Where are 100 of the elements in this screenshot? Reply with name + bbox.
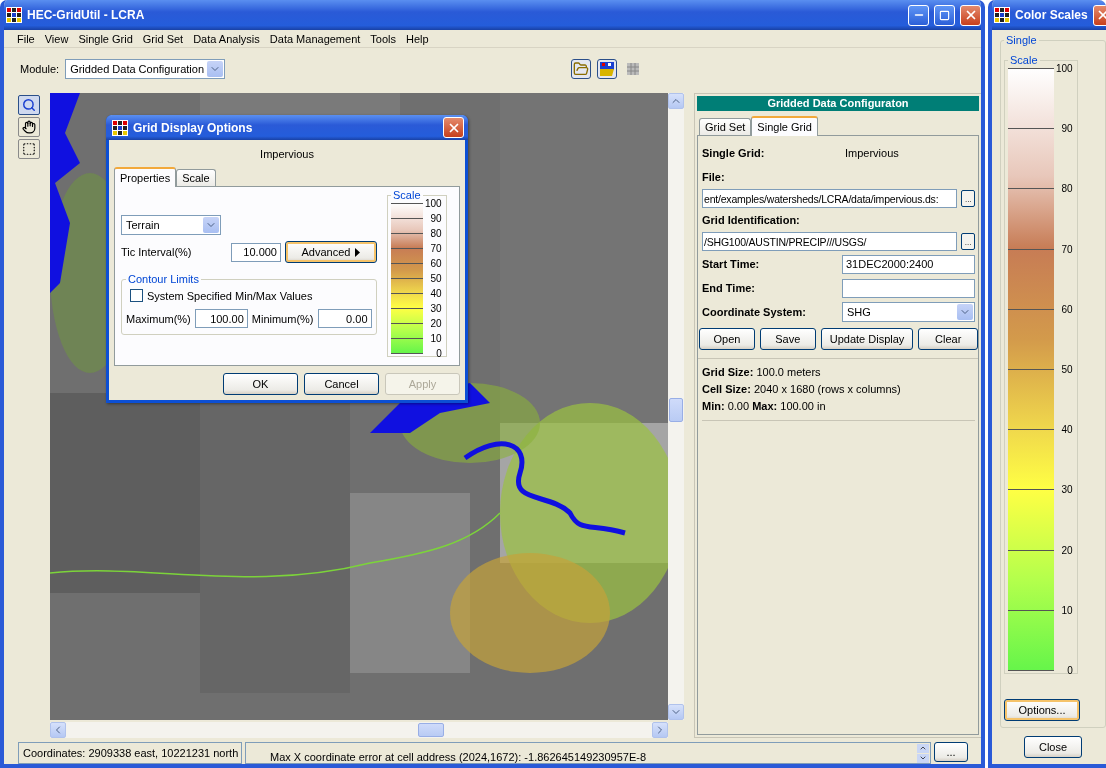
- advanced-button[interactable]: Advanced: [285, 241, 377, 263]
- scale-tick-label: 50: [1061, 363, 1073, 375]
- tab[interactable]: Properties: [114, 167, 177, 187]
- file-path-field[interactable]: ent/examples/watersheds/LCRA/data/impervious.ds:: [702, 189, 958, 208]
- maximum-field[interactable]: 100.00: [194, 309, 248, 328]
- spinner-icon[interactable]: [917, 743, 929, 763]
- coordinate-system-dropdown[interactable]: SHG: [842, 302, 975, 322]
- grid-logo-icon: [112, 119, 128, 136]
- field-label: Coordinate System:: [702, 306, 806, 318]
- scale-tick-label: 30: [430, 303, 442, 314]
- menu-item[interactable]: Single Grid: [73, 32, 138, 45]
- menu-item[interactable]: Data Analysis: [188, 32, 265, 45]
- scale-tick-label: 90: [1061, 123, 1073, 135]
- scale-tick-label: 90: [430, 213, 442, 224]
- grid-folder-icon[interactable]: [597, 59, 618, 79]
- scale-tick-label: 60: [430, 258, 442, 269]
- search-icon: [22, 98, 36, 112]
- select-area-button[interactable]: [18, 139, 40, 159]
- field-label: Single Grid:: [702, 147, 766, 159]
- browse-button[interactable]: ...: [961, 233, 975, 250]
- tab[interactable]: Single Grid: [751, 116, 818, 136]
- scroll-thumb[interactable]: [669, 398, 683, 422]
- minimum-label: Minimum(%): [251, 312, 314, 325]
- scale-tick-label: 70: [1061, 243, 1073, 255]
- minimum-field[interactable]: 0.00: [317, 309, 372, 328]
- menu-item[interactable]: Data Management: [264, 32, 366, 45]
- scale-tick-label: 0: [1067, 664, 1073, 676]
- maximize-button[interactable]: [934, 4, 955, 26]
- grid-logo-icon: [6, 7, 22, 23]
- scale-tick-label: 20: [430, 318, 442, 329]
- field-label: File:: [702, 171, 725, 183]
- scale-tick-label: 80: [430, 228, 442, 239]
- checkbox[interactable]: [130, 289, 143, 302]
- checkbox-label: System Specified Min/Max Values: [147, 289, 313, 302]
- open-folder-icon[interactable]: [571, 59, 592, 79]
- close-icon: [1096, 8, 1106, 22]
- status-more-button[interactable]: ...: [934, 742, 968, 762]
- grid-info-text: Grid Size: 100.0 meters: [702, 366, 822, 378]
- pan-hand-button[interactable]: [18, 117, 40, 137]
- menu-item[interactable]: Help: [401, 32, 434, 45]
- scroll-thumb[interactable]: [418, 723, 444, 737]
- tic-interval-field[interactable]: 10.000: [231, 242, 281, 262]
- scale-tick-label: 70: [430, 243, 442, 254]
- tic-interval-label: Tic Interval(%): [121, 246, 192, 258]
- menu-item[interactable]: Grid Set: [137, 32, 189, 45]
- single-grid-value: Impervious: [845, 147, 899, 159]
- close-button[interactable]: [960, 4, 981, 26]
- panel-button[interactable]: Save: [759, 328, 816, 350]
- dialog-button[interactable]: OK: [223, 373, 298, 395]
- dialog-title: Grid Display Options: [133, 120, 254, 135]
- menu-item[interactable]: File: [12, 32, 40, 45]
- panel-button[interactable]: Clear: [918, 328, 978, 350]
- grid-name: Impervious: [260, 148, 314, 160]
- module-label: Module:: [20, 63, 60, 75]
- close-button[interactable]: Close: [1024, 736, 1082, 758]
- module-dropdown[interactable]: Gridded Data Configuration: [65, 59, 226, 79]
- tab[interactable]: Grid Set: [699, 118, 752, 135]
- scale-tick-label: 10: [430, 333, 442, 344]
- dashed-square-icon: [22, 142, 36, 156]
- close-button[interactable]: [443, 117, 464, 138]
- color-scheme-dropdown[interactable]: Terrain: [121, 215, 221, 235]
- field-label: Grid Identification:: [702, 214, 800, 226]
- end-time-field[interactable]: [842, 278, 975, 298]
- scale-tick-label: 50: [430, 273, 442, 284]
- grid-id-field[interactable]: /SHG100/AUSTIN/PRECIP///USGS/: [702, 232, 958, 251]
- start-time-field[interactable]: 31DEC2000:2400: [842, 254, 975, 274]
- scale-tick-label: 60: [1061, 303, 1073, 315]
- tab[interactable]: Scale: [176, 169, 216, 186]
- minimize-button[interactable]: [908, 4, 929, 26]
- scale-tick-label: 10: [1061, 604, 1073, 616]
- scale-tick-label: 30: [1061, 484, 1073, 496]
- scale-legend-title: Scale: [1009, 54, 1039, 66]
- options-button[interactable]: Options...: [1004, 699, 1080, 721]
- field-label: Start Time:: [702, 258, 760, 270]
- scale-tick-label: 100: [1056, 63, 1073, 74]
- window-title: HEC-GridUtil - LCRA: [27, 8, 146, 22]
- maximize-icon: [939, 9, 950, 21]
- scale-tick-label: 100: [425, 198, 442, 209]
- maximum-label: Maximum(%): [126, 312, 191, 325]
- menu-item[interactable]: View: [39, 32, 74, 45]
- horizontal-scrollbar[interactable]: [50, 722, 668, 738]
- scale-tick-label: 40: [430, 288, 442, 299]
- scale-legend-title: Scale: [392, 189, 422, 201]
- coordinates-text: Coordinates: 2909338 east, 10221231 north: [18, 742, 242, 764]
- field-label: End Time:: [702, 282, 755, 294]
- menu-item[interactable]: Tools: [365, 32, 401, 45]
- panel-button[interactable]: Open: [699, 328, 755, 350]
- dialog-button[interactable]: Cancel: [304, 373, 379, 395]
- grid-info-text: Cell Size: 2040 x 1680 (rows x columns): [702, 383, 902, 395]
- scale-tick-label: 80: [1061, 183, 1073, 195]
- scale-tick-label: 0: [436, 348, 442, 359]
- panel-header: Gridded Data Configuraton: [697, 96, 979, 111]
- grid-logo-icon: [994, 7, 1010, 23]
- status-message: Max X coordinate error at cell address (2024,1672): -1.862645149230957E-8: [270, 751, 647, 763]
- grid-info-text: Min: 0.00 Max: 100.00 in: [702, 400, 827, 412]
- right-triangle-icon: [355, 247, 361, 257]
- zoom-tool-button[interactable]: [18, 95, 40, 115]
- browse-button[interactable]: ...: [961, 190, 975, 207]
- vertical-scrollbar[interactable]: [668, 93, 684, 720]
- panel-button[interactable]: Update Display: [820, 328, 914, 350]
